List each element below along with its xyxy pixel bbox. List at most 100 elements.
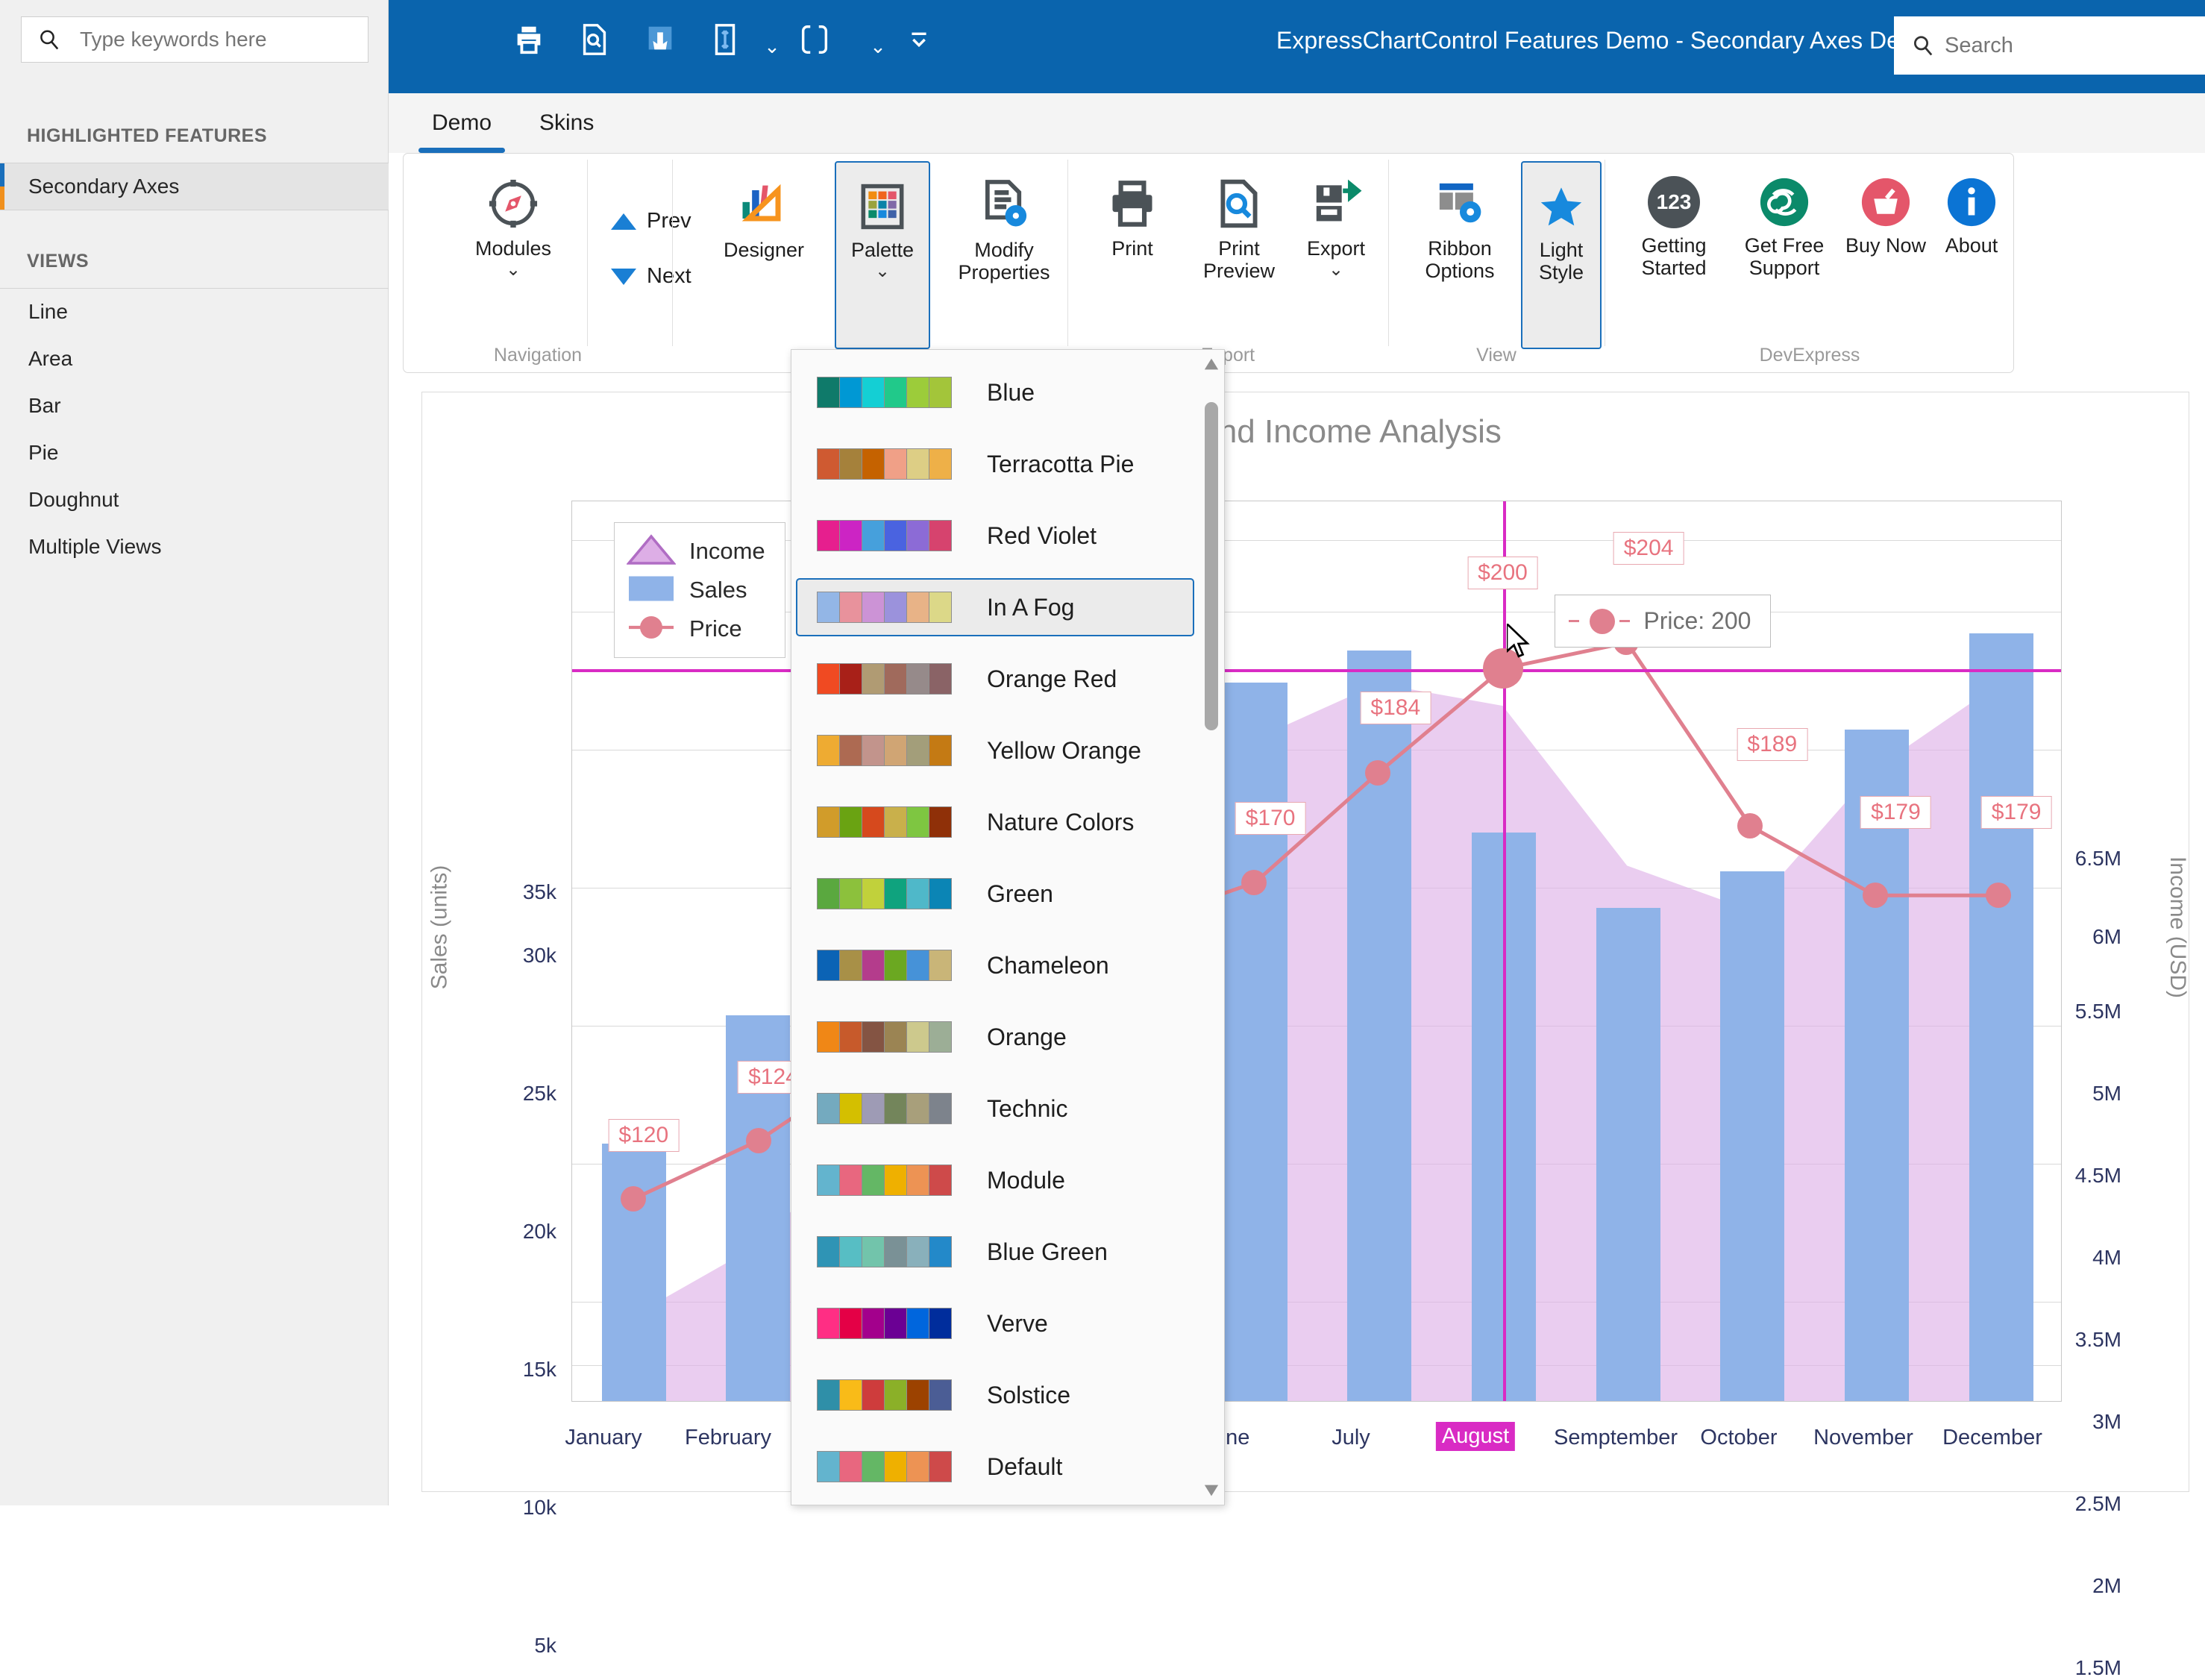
buy-now-button[interactable]: Buy Now [1845, 176, 1927, 257]
designer-button[interactable]: Designer [700, 176, 827, 261]
palette-swatch [929, 663, 952, 695]
legend-row-price[interactable]: Price [627, 609, 765, 648]
palette-item-default[interactable]: Default [797, 1438, 1191, 1496]
sidebar-item-label: Area [28, 347, 73, 370]
palette-swatch [929, 592, 952, 623]
palette-swatch [862, 1451, 885, 1482]
palette-button[interactable]: Palette ⌄ [835, 161, 930, 349]
palette-grid-icon [856, 181, 909, 233]
page-borders-icon[interactable] [797, 22, 842, 69]
palette-item-in-a-fog[interactable]: In A Fog [796, 578, 1194, 636]
x-tick-label-highlighted: August [1435, 1422, 1516, 1451]
palette-swatch [817, 663, 840, 695]
tooltip-marker-line-right [1619, 620, 1631, 623]
customize-qat-icon[interactable] [902, 22, 947, 69]
print-icon[interactable] [512, 22, 556, 69]
palette-item-terracotta-pie[interactable]: Terracotta Pie [797, 435, 1191, 493]
chevron-down-icon[interactable]: ⌄ [506, 261, 521, 279]
palette-item-label: Solstice [987, 1381, 1071, 1408]
scrollbar-thumb[interactable] [1205, 402, 1218, 730]
x-tick-label: November [1813, 1426, 1913, 1449]
palette-dropdown-menu[interactable]: Blue Terracotta Pie Red Violet In A Fog Oran… [791, 349, 1225, 1505]
palette-swatch-strip [817, 448, 952, 480]
support-circle-icon [1758, 176, 1810, 228]
sidebar-item-label: Pie [28, 441, 59, 464]
palette-item-module[interactable]: Module [797, 1151, 1191, 1209]
palette-scrollbar[interactable] [1202, 353, 1221, 1502]
palette-item-verve[interactable]: Verve [797, 1294, 1191, 1353]
palette-item-orange-red[interactable]: Orange Red [797, 650, 1191, 708]
ribbon: Modules ⌄ Prev Next Navigation Designer [403, 153, 2014, 373]
sidebar-item-doughnut[interactable]: Doughnut [0, 477, 389, 523]
palette-item-red-violet[interactable]: Red Violet [797, 507, 1191, 565]
palette-swatch [884, 592, 907, 623]
title-search-input[interactable] [1943, 32, 2205, 59]
palette-swatch [862, 950, 885, 981]
legend-row-income[interactable]: Income [626, 532, 765, 571]
palette-swatch [884, 1236, 907, 1267]
palette-swatch [839, 1379, 862, 1411]
tab-label: Demo [432, 110, 492, 135]
palette-swatch-strip [817, 377, 952, 408]
sidebar-item-line[interactable]: Line [0, 289, 389, 335]
chevron-down-icon[interactable]: ⌄ [875, 263, 890, 280]
search-icon [1912, 34, 1934, 57]
getting-started-button[interactable]: 123 Getting Started [1625, 176, 1722, 279]
palette-swatch [929, 1236, 952, 1267]
palette-swatch [929, 735, 952, 766]
palette-item-orange[interactable]: Orange [797, 1008, 1191, 1066]
ribbon-options-button[interactable]: Ribbon Options [1405, 176, 1515, 282]
sidebar-search-input[interactable] [78, 27, 332, 52]
tab-demo[interactable]: Demo [415, 93, 508, 153]
y2-tick-label: 2.5M [2074, 1492, 2121, 1515]
modify-properties-button[interactable]: Modify Properties [941, 176, 1067, 283]
sidebar-item-area[interactable]: Area [0, 336, 389, 382]
palette-swatch-strip [817, 520, 952, 551]
sidebar-item-pie[interactable]: Pie [0, 430, 389, 476]
palette-item-chameleon[interactable]: Chameleon [797, 936, 1191, 994]
palette-item-technic[interactable]: Technic [797, 1079, 1191, 1138]
light-style-button[interactable]: Light Style [1521, 161, 1602, 349]
sidebar-item-bar[interactable]: Bar [0, 383, 389, 429]
touch-mode-icon[interactable] [643, 22, 688, 69]
palette-swatch [862, 448, 885, 480]
about-button[interactable]: About [1933, 176, 2010, 257]
ribbon-group-export: Print Print Preview Export ⌄ Export [1067, 154, 1388, 372]
sidebar-item-multiple-views[interactable]: Multiple Views [0, 524, 389, 570]
price-data-label: $204 [1613, 531, 1684, 565]
chevron-down-icon[interactable]: ⌄ [866, 34, 890, 58]
sidebar-search-box[interactable] [21, 16, 368, 63]
print-preview-button[interactable]: Print Preview [1187, 176, 1291, 282]
palette-swatch [906, 592, 929, 623]
palette-item-nature-colors[interactable]: Nature Colors [797, 793, 1191, 851]
chevron-down-icon[interactable]: ⌄ [1329, 261, 1343, 279]
palette-swatch [884, 448, 907, 480]
modules-button[interactable]: Modules ⌄ [457, 176, 569, 279]
sidebar-item-secondary-axes[interactable]: Secondary Axes [0, 163, 389, 210]
group-caption: Navigation [493, 345, 583, 366]
get-free-support-button[interactable]: Get Free Support [1728, 176, 1840, 279]
palette-item-green[interactable]: Green [797, 865, 1191, 923]
scroll-down-arrow[interactable] [1203, 1482, 1220, 1499]
palette-item-label: Module [987, 1166, 1065, 1194]
palette-item-yellow-orange[interactable]: Yellow Orange [797, 721, 1191, 780]
tab-skins[interactable]: Skins [523, 93, 610, 153]
legend-row-sales[interactable]: Sales [627, 571, 765, 609]
palette-swatch [817, 950, 840, 981]
palette-item-blue-green[interactable]: Blue Green [797, 1223, 1191, 1281]
scroll-up-arrow[interactable] [1203, 356, 1220, 372]
tooltip-marker-dot [1590, 608, 1616, 634]
export-button[interactable]: Export ⌄ [1291, 176, 1381, 279]
print-preview-icon[interactable] [577, 22, 622, 69]
chevron-down-icon[interactable]: ⌄ [760, 34, 784, 58]
palette-item-blue[interactable]: Blue [797, 363, 1191, 421]
palette-swatch [884, 950, 907, 981]
palette-swatch [817, 1236, 840, 1267]
title-search-box[interactable] [1894, 16, 2205, 75]
palette-item-solstice[interactable]: Solstice [797, 1366, 1191, 1424]
palette-swatch [929, 1165, 952, 1196]
print-button[interactable]: Print [1084, 176, 1181, 260]
palette-swatch [906, 806, 929, 838]
palette-swatch [929, 950, 952, 981]
page-setup-icon[interactable] [708, 22, 753, 69]
